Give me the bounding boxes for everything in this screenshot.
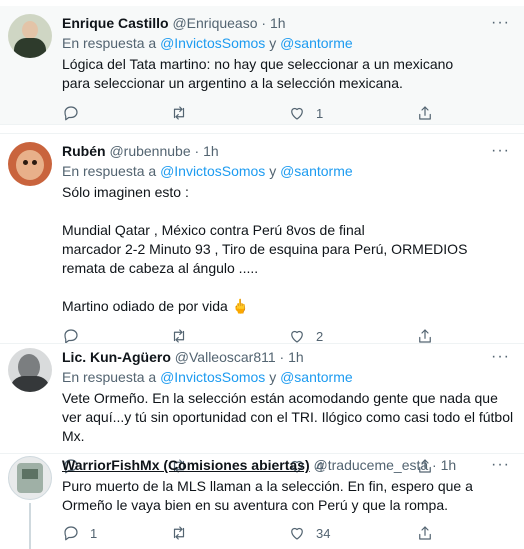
reply-and: y	[265, 163, 281, 179]
display-name[interactable]: WarriorFishMx (Comisiones abiertas)	[62, 457, 310, 473]
user-handle[interactable]: @rubennube	[109, 143, 190, 159]
more-options-icon[interactable]: ···	[491, 348, 510, 366]
avatar[interactable]	[8, 456, 52, 500]
retweet-button[interactable]	[170, 104, 288, 122]
reply-prefix: En respuesta a	[62, 369, 161, 385]
tweet-actions: 1	[62, 103, 516, 123]
timestamp[interactable]: 1h	[203, 143, 219, 159]
tweet-3[interactable]: Lic. Kun-Agüero @Valleoscar811 · 1h En r…	[0, 346, 524, 474]
retweet-icon	[173, 526, 185, 540]
tweet-text: Lógica del Tata martino: no hay que sele…	[62, 56, 454, 91]
share-icon	[419, 526, 431, 540]
like-count: 2	[316, 328, 324, 344]
timestamp[interactable]: 1h	[270, 15, 286, 31]
reply-count: 1	[90, 525, 98, 541]
reply-icon	[64, 106, 78, 121]
reply-button[interactable]: 1	[62, 524, 170, 542]
separator-dot: ·	[279, 349, 285, 365]
mention-link[interactable]: @InvictosSomos	[160, 163, 265, 179]
divider	[0, 124, 524, 125]
timestamp[interactable]: 1h	[288, 349, 304, 365]
mention-link[interactable]: @santorme	[280, 369, 353, 385]
share-button[interactable]	[416, 104, 434, 122]
timestamp[interactable]: 1h	[441, 457, 457, 473]
display-name[interactable]: Rubén	[62, 143, 106, 159]
user-handle[interactable]: @Valleoscar811	[175, 349, 276, 365]
divider	[0, 343, 524, 344]
user-handle[interactable]: @traduceme_esta	[314, 457, 429, 473]
separator-dot: ·	[194, 143, 200, 159]
reply-icon	[64, 526, 78, 541]
mention-link[interactable]: @InvictosSomos	[160, 369, 265, 385]
heart-icon	[291, 527, 303, 540]
reply-context: En respuesta a @InvictosSomos y @santorm…	[62, 368, 516, 387]
tweet-4[interactable]: WarriorFishMx (Comisiones abiertas) @tra…	[0, 455, 524, 549]
tweet-text: Puro muerto de la MLS llaman a la selecc…	[62, 478, 473, 513]
reply-and: y	[265, 35, 281, 51]
share-icon	[419, 106, 431, 120]
divider	[0, 133, 524, 134]
reply-prefix: En respuesta a	[62, 35, 161, 51]
reply-prefix: En respuesta a	[62, 163, 161, 179]
reply-context: En respuesta a @InvictosSomos y @santorm…	[62, 34, 516, 53]
reply-button[interactable]	[62, 104, 170, 122]
tweet-1[interactable]: Enrique Castillo @Enriqueaso · 1h En res…	[0, 6, 524, 124]
display-name[interactable]: Lic. Kun-Agüero	[62, 349, 171, 365]
more-options-icon[interactable]: ···	[491, 456, 510, 474]
heart-icon	[291, 107, 303, 120]
mention-link[interactable]: @InvictosSomos	[160, 35, 265, 51]
share-button[interactable]	[416, 524, 434, 542]
mention-link[interactable]: @santorme	[280, 35, 353, 51]
avatar[interactable]	[8, 14, 52, 58]
tweet-actions: 1 34	[62, 523, 516, 543]
mention-link[interactable]: @santorme	[280, 163, 353, 179]
like-button[interactable]: 1	[288, 104, 416, 122]
tweet-text: Vete Ormeño. En la selección están acomo…	[62, 390, 514, 444]
reply-context: En respuesta a @InvictosSomos y @santorm…	[62, 162, 516, 181]
reply-and: y	[265, 369, 281, 385]
user-handle[interactable]: @Enriqueaso	[172, 15, 257, 31]
separator-dot: ·	[432, 457, 437, 473]
divider	[0, 453, 524, 454]
tweet-text: Sólo imaginen esto : Mundial Qatar , Méx…	[62, 184, 468, 314]
display-name[interactable]: Enrique Castillo	[62, 15, 169, 31]
like-count: 34	[316, 525, 331, 541]
separator-dot: ·	[261, 15, 267, 31]
tweet-2[interactable]: Rubén @rubennube · 1h En respuesta a @In…	[0, 138, 524, 344]
avatar[interactable]	[8, 142, 52, 186]
retweet-button[interactable]	[170, 524, 288, 542]
like-button[interactable]: 34	[288, 524, 416, 542]
avatar[interactable]	[8, 348, 52, 392]
more-options-icon[interactable]: ···	[491, 142, 510, 160]
retweet-icon	[173, 106, 185, 120]
more-options-icon[interactable]: ···	[491, 14, 510, 32]
like-count: 1	[316, 105, 324, 121]
